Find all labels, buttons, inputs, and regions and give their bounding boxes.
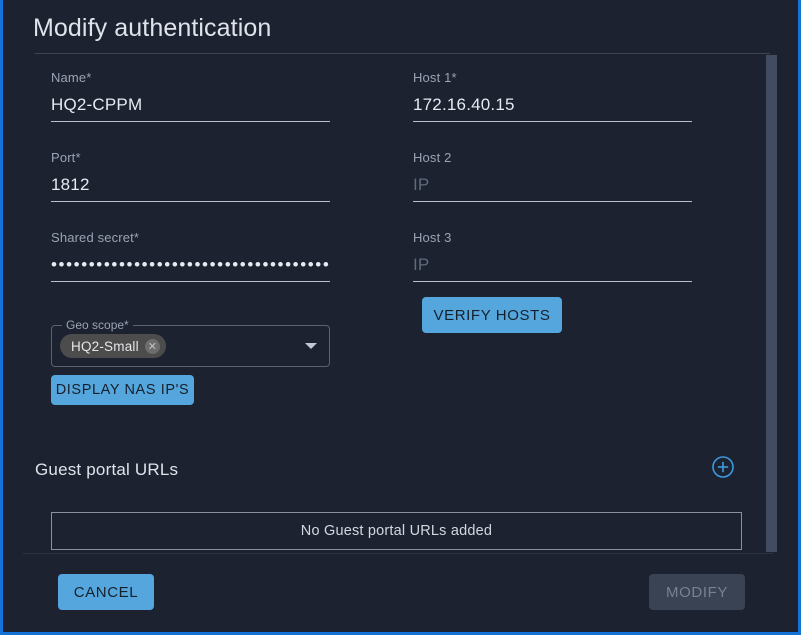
field-host3-input[interactable]: IP (413, 252, 692, 277)
geo-scope-label: Geo scope* (62, 317, 133, 333)
display-nas-ips-button[interactable]: DISPLAY NAS IP'S (51, 375, 194, 405)
geo-scope-chip-label: HQ2-Small (71, 338, 139, 354)
cancel-button[interactable]: CANCEL (58, 574, 154, 610)
field-port-underline (51, 201, 330, 202)
field-name-input[interactable]: HQ2-CPPM (51, 92, 330, 117)
field-name-underline (51, 121, 330, 122)
footer-divider (23, 553, 773, 554)
field-host3-label: Host 3 (413, 230, 452, 245)
field-name-label: Name* (51, 70, 92, 85)
title-divider (35, 53, 770, 54)
field-shared-secret-label: Shared secret* (51, 230, 140, 245)
scrollbar-thumb[interactable] (766, 55, 777, 552)
plus-circle-icon[interactable] (711, 455, 735, 479)
guest-portal-section-title: Guest portal URLs (35, 460, 179, 479)
guest-portal-empty-box: No Guest portal URLs added (51, 512, 742, 550)
verify-hosts-button[interactable]: VERIFY HOSTS (422, 297, 562, 333)
field-host2-input[interactable]: IP (413, 172, 692, 197)
modify-authentication-dialog: Modify authentication Name* HQ2-CPPM Por… (0, 0, 801, 635)
field-shared-secret-underline (51, 281, 330, 282)
field-host3: Host 3 IP (413, 230, 692, 282)
modify-button[interactable]: MODIFY (649, 574, 745, 610)
field-port-label: Port* (51, 150, 81, 165)
field-shared-secret: Shared secret* •••••••••••••••••••••••••… (51, 230, 330, 282)
geo-scope-chip[interactable]: HQ2-Small ✕ (60, 334, 166, 358)
field-host2-label: Host 2 (413, 150, 452, 165)
field-host1-label: Host 1* (413, 70, 457, 85)
chevron-down-icon[interactable] (305, 343, 317, 349)
field-host2-underline (413, 201, 692, 202)
field-port-input[interactable]: 1812 (51, 172, 330, 197)
field-host2: Host 2 IP (413, 150, 692, 202)
field-host1-input[interactable]: 172.16.40.15 (413, 92, 692, 117)
field-shared-secret-input[interactable]: ••••••••••••••••••••••••••••••••••••••••… (51, 252, 330, 277)
field-name: Name* HQ2-CPPM (51, 70, 330, 122)
field-host1-underline (413, 121, 692, 122)
field-host1: Host 1* 172.16.40.15 (413, 70, 692, 122)
close-icon[interactable]: ✕ (144, 338, 160, 354)
dialog-scroll-area: Name* HQ2-CPPM Port* 1812 Shared secret*… (3, 55, 783, 553)
scrollbar-track[interactable] (766, 55, 777, 553)
guest-portal-empty-message: No Guest portal URLs added (300, 523, 493, 539)
page-title: Modify authentication (33, 14, 272, 42)
geo-scope-select[interactable]: Geo scope* HQ2-Small ✕ (51, 317, 330, 367)
field-port: Port* 1812 (51, 150, 330, 202)
field-host3-underline (413, 281, 692, 282)
